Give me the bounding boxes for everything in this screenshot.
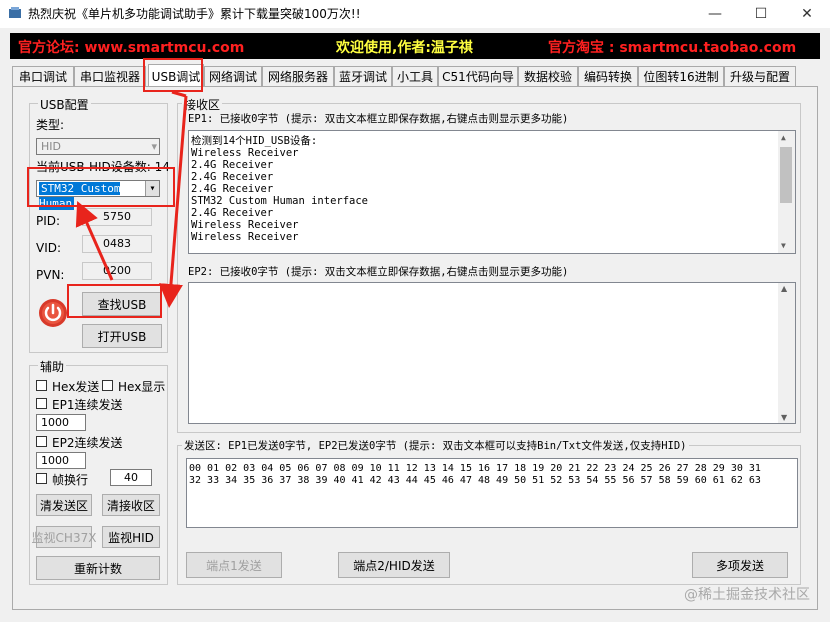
ep1-line: 2.4G Receiver [191, 171, 274, 183]
chevron-up-icon[interactable]: ▲ [781, 284, 787, 293]
send-label: 发送区: EP1已发送0字节, EP2已发送0字节 (提示: 双击文本框可以支持… [182, 438, 689, 453]
ep1-continuous-checkbox[interactable] [36, 398, 47, 409]
ep2-interval-input[interactable]: 1000 [36, 452, 86, 469]
annotation-box-tab [143, 58, 203, 92]
ep2-continuous-checkbox[interactable] [36, 436, 47, 447]
clear-send-button[interactable]: 清发送区 [36, 494, 92, 516]
banner-welcome: 欢迎使用,作者:温子祺 [336, 40, 473, 56]
pvn-field: 0200 [82, 262, 152, 280]
type-value: HID [41, 140, 61, 153]
clear-recv-button[interactable]: 清接收区 [102, 494, 160, 516]
ep1-status: EP1: 已接收0字节 (提示: 双击文本框立即保存数据,右键点击则显示更多功能… [188, 113, 569, 125]
tab-upgrade-config[interactable]: 升级与配置 [724, 66, 796, 86]
assist-group: 辅助 Hex发送 Hex显示 EP1连续发送 1000 EP2连续发送 1000… [29, 358, 168, 585]
frame-newline-checkbox[interactable] [36, 473, 47, 484]
tab-network-server[interactable]: 网络服务器 [262, 66, 334, 86]
banner-shop[interactable]: 官方淘宝 : smartmcu.taobao.com [548, 37, 796, 57]
ep1-line: STM32 Custom Human interface [191, 195, 369, 207]
assist-label: 辅助 [38, 358, 67, 375]
monitor-ch37x-button[interactable]: 监视CH37X [32, 526, 96, 548]
annotation-box-find [67, 284, 162, 318]
annotation-box-device [27, 167, 175, 207]
frame-value-input[interactable]: 40 [110, 469, 152, 486]
banner-forum[interactable]: 官方论坛: www.smartmcu.com [18, 37, 244, 57]
pvn-label: PVN: [36, 268, 65, 282]
ep1-send-button[interactable]: 端点1发送 [186, 552, 282, 578]
ep1-line: 2.4G Receiver [191, 207, 274, 219]
chevron-down-icon[interactable]: ▼ [781, 413, 787, 422]
tab-serial-monitor[interactable]: 串口监视器 [74, 66, 146, 86]
multi-send-button[interactable]: 多项发送 [692, 552, 788, 578]
ep2-continuous-label: EP2连续发送 [52, 436, 123, 450]
open-usb-button[interactable]: 打开USB [82, 324, 162, 348]
app-icon [9, 7, 21, 18]
ep1-line: 2.4G Receiver [191, 159, 274, 171]
hex-display-checkbox[interactable] [102, 380, 113, 391]
frame-newline-label: 帧换行 [52, 473, 89, 487]
pid-label: PID: [36, 214, 61, 228]
ep1-line: Wireless Receiver [191, 219, 299, 231]
ep1-receive-textarea[interactable]: 检测到14个HID_USB设备: Wireless Receiver 2.4G … [188, 130, 796, 254]
recount-button[interactable]: 重新计数 [36, 556, 160, 580]
chevron-down-icon: ▾ [151, 140, 157, 153]
ep1-line: Wireless Receiver [191, 147, 299, 159]
send-line: 32 33 34 35 36 37 38 39 40 41 42 43 44 4… [189, 475, 761, 486]
ep1-line: 检测到14个HID_USB设备: [191, 135, 318, 147]
ep1-interval-input[interactable]: 1000 [36, 414, 86, 431]
vid-field: 0483 [82, 235, 152, 253]
type-label: 类型: [36, 118, 65, 132]
ep1-line: Wireless Receiver [191, 231, 299, 243]
tab-bluetooth-debug[interactable]: 蓝牙调试 [334, 66, 392, 86]
receive-group: 接收区 EP1: 已接收0字节 (提示: 双击文本框立即保存数据,右键点击则显示… [177, 96, 801, 433]
tab-network-debug[interactable]: 网络调试 [204, 66, 262, 86]
tab-bitmap-hex[interactable]: 位图转16进制 [638, 66, 724, 86]
power-icon[interactable] [38, 298, 68, 328]
hex-send-label: Hex发送 [52, 380, 100, 394]
tab-c51-wizard[interactable]: C51代码向导 [438, 66, 518, 86]
hex-send-checkbox[interactable] [36, 380, 47, 391]
usb-config-label: USB配置 [38, 96, 91, 113]
ep1-line: 2.4G Receiver [191, 183, 274, 195]
title-bar: 热烈庆祝《单片机多功能调试助手》累计下载量突破100万次!! — ☐ ✕ [0, 0, 830, 28]
window-title: 热烈庆祝《单片机多功能调试助手》累计下载量突破100万次!! [28, 7, 361, 21]
ep2-send-button[interactable]: 端点2/HID发送 [338, 552, 450, 578]
maximize-button[interactable]: ☐ [738, 0, 784, 28]
tab-encoding[interactable]: 编码转换 [578, 66, 638, 86]
usb-panel: USB配置 类型: HID ▾ 当前USB-HID设备数: 14 STM32 C… [12, 86, 818, 610]
ep1-continuous-label: EP1连续发送 [52, 398, 123, 412]
type-select: HID ▾ [36, 138, 160, 155]
minimize-button[interactable]: — [692, 0, 738, 28]
monitor-hid-button[interactable]: 监视HID [102, 526, 160, 548]
send-textarea[interactable]: 00 01 02 03 04 05 06 07 08 09 10 11 12 1… [186, 458, 798, 528]
ep2-status: EP2: 已接收0字节 (提示: 双击文本框立即保存数据,右键点击则显示更多功能… [188, 266, 569, 278]
tab-data-check[interactable]: 数据校验 [518, 66, 578, 86]
hex-display-label: Hex显示 [118, 380, 166, 394]
ep2-scrollbar[interactable]: ▲ ▼ [778, 283, 795, 423]
ep2-receive-textarea[interactable]: ▲ ▼ [188, 282, 796, 424]
tab-strip: 串口调试 串口监视器 USB调试 网络调试 网络服务器 蓝牙调试 小工具 C51… [12, 64, 818, 87]
ep1-scrollbar[interactable]: ▲ ▼ [778, 131, 795, 253]
tab-serial-debug[interactable]: 串口调试 [12, 66, 74, 86]
banner: 官方论坛: www.smartmcu.com 欢迎使用,作者:温子祺 官方淘宝 … [10, 33, 820, 59]
send-group: 发送区: EP1已发送0字节, EP2已发送0字节 (提示: 双击文本框可以支持… [177, 438, 801, 585]
watermark: @稀土掘金技术社区 [684, 587, 810, 603]
ep1-scroll-thumb[interactable] [780, 147, 792, 203]
vid-label: VID: [36, 241, 62, 255]
tab-tools[interactable]: 小工具 [392, 66, 438, 86]
pid-field: 5750 [82, 208, 152, 226]
chevron-up-icon[interactable]: ▲ [781, 132, 786, 144]
chevron-down-icon[interactable]: ▼ [781, 240, 786, 252]
close-button[interactable]: ✕ [784, 0, 830, 28]
send-line: 00 01 02 03 04 05 06 07 08 09 10 11 12 1… [189, 463, 761, 474]
